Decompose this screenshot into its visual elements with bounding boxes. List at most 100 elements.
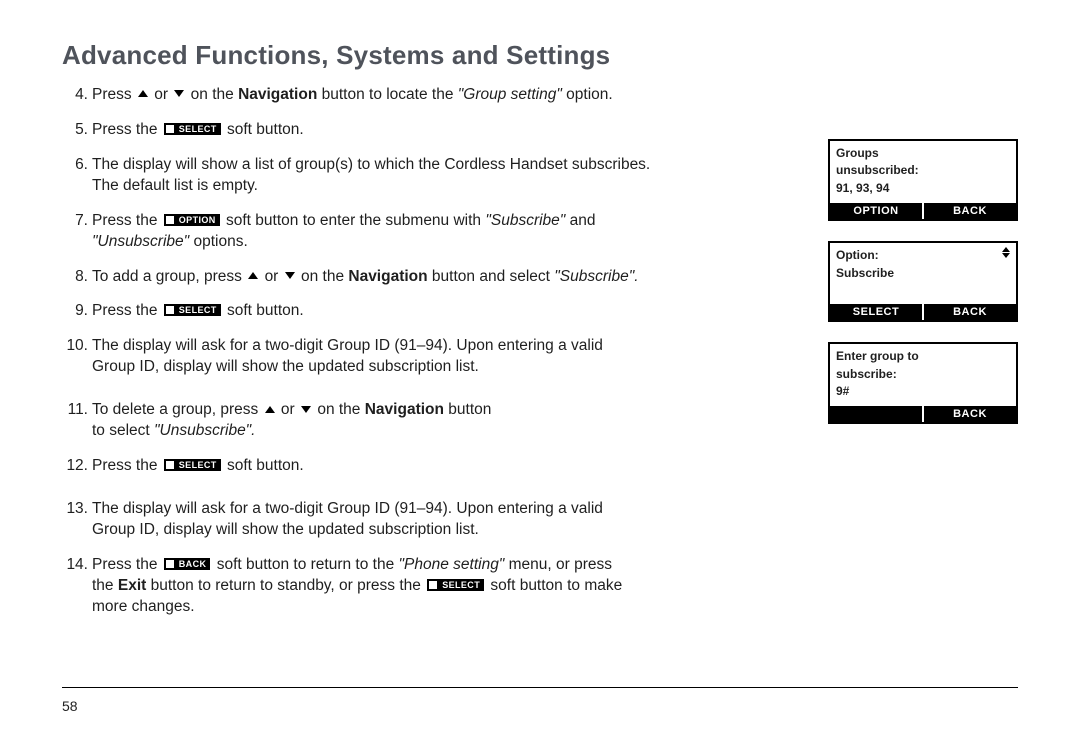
softkey-right: BACK bbox=[924, 203, 1016, 219]
arrow-down-icon bbox=[174, 90, 184, 97]
text: or bbox=[154, 86, 172, 103]
step-num: 10. bbox=[62, 336, 88, 357]
step-8: 8. To add a group, press or on the Navig… bbox=[62, 267, 806, 288]
text: or bbox=[281, 401, 299, 418]
handset-screens-column: Groups unsubscribed: 91, 93, 94 OPTION B… bbox=[828, 139, 1018, 632]
screen-line: Groups bbox=[836, 145, 1010, 162]
text: more changes. bbox=[92, 598, 195, 615]
quoted: "Subscribe". bbox=[554, 268, 638, 285]
softkey-left: SELECT bbox=[830, 304, 922, 320]
softkey-right: BACK bbox=[924, 406, 1016, 422]
quoted: "Subscribe" bbox=[485, 212, 565, 229]
handset-screen-enter-group: Enter group to subscribe: 9# BACK bbox=[828, 342, 1018, 424]
text: Press bbox=[92, 86, 136, 103]
screen-body: Option: Subscribe bbox=[830, 243, 1016, 304]
text: button bbox=[448, 401, 491, 418]
step-num: 14. bbox=[62, 555, 88, 576]
text: soft button. bbox=[227, 457, 304, 474]
select-softkey-icon: SELECT bbox=[427, 579, 484, 591]
step-num: 5. bbox=[62, 120, 88, 141]
text: button and select bbox=[432, 268, 554, 285]
screen-line: subscribe: bbox=[836, 366, 1010, 383]
softkey-left bbox=[830, 406, 922, 422]
steps-column: 4. Press or on the Navigation button to … bbox=[62, 85, 806, 632]
handset-screen-option: Option: Subscribe SELECT BACK bbox=[828, 241, 1018, 322]
step-9: 9. Press the SELECT soft button. bbox=[62, 301, 806, 322]
quoted: "Group setting" bbox=[458, 86, 562, 103]
step-num: 7. bbox=[62, 211, 88, 232]
arrow-up-icon bbox=[265, 406, 275, 413]
screen-line: 91, 93, 94 bbox=[836, 180, 1010, 197]
text: the bbox=[92, 577, 118, 594]
content-row: 4. Press or on the Navigation button to … bbox=[62, 85, 1018, 632]
screen-line: Option: bbox=[836, 247, 1010, 264]
text: Press the bbox=[92, 121, 162, 138]
screen-line: Enter group to bbox=[836, 348, 1010, 365]
step-5: 5. Press the SELECT soft button. bbox=[62, 120, 806, 141]
text: The default list is empty. bbox=[92, 177, 258, 194]
screen-body: Enter group to subscribe: 9# bbox=[830, 344, 1016, 406]
step-12: 12. Press the SELECT soft button. bbox=[62, 456, 806, 477]
page-number: 58 bbox=[62, 698, 78, 714]
back-softkey-icon: BACK bbox=[164, 558, 211, 570]
footer-rule bbox=[62, 687, 1018, 688]
text: soft button to make bbox=[490, 577, 622, 594]
arrow-up-icon bbox=[138, 90, 148, 97]
text: soft button. bbox=[227, 302, 304, 319]
screen-body: Groups unsubscribed: 91, 93, 94 bbox=[830, 141, 1016, 203]
select-softkey-icon: SELECT bbox=[164, 304, 221, 316]
screen-line: 9# bbox=[836, 383, 1010, 400]
arrow-down-icon bbox=[301, 406, 311, 413]
step-14: 14. Press the BACK soft button to return… bbox=[62, 555, 806, 618]
text: The display will show a list of group(s)… bbox=[92, 156, 650, 173]
step-num: 12. bbox=[62, 456, 88, 477]
handset-screen-groups: Groups unsubscribed: 91, 93, 94 OPTION B… bbox=[828, 139, 1018, 221]
quoted: "Unsubscribe" bbox=[92, 233, 189, 250]
option-softkey-icon: OPTION bbox=[164, 214, 220, 226]
text: Press the bbox=[92, 556, 162, 573]
text: To add a group, press bbox=[92, 268, 246, 285]
text: The display will ask for a two-digit Gro… bbox=[92, 500, 603, 517]
step-4: 4. Press or on the Navigation button to … bbox=[62, 85, 806, 106]
text: on the bbox=[301, 268, 348, 285]
text: or bbox=[265, 268, 283, 285]
quoted: "Phone setting" bbox=[399, 556, 505, 573]
screen-footer: OPTION BACK bbox=[830, 203, 1016, 219]
select-softkey-icon: SELECT bbox=[164, 123, 221, 135]
screen-footer: SELECT BACK bbox=[830, 304, 1016, 320]
screen-line: unsubscribed: bbox=[836, 162, 1010, 179]
step-7: 7. Press the OPTION soft button to enter… bbox=[62, 211, 806, 253]
step-num: 6. bbox=[62, 155, 88, 176]
screen-line: Subscribe bbox=[836, 265, 1010, 282]
text: Group ID, display will show the updated … bbox=[92, 521, 479, 538]
navigation-label: Navigation bbox=[238, 86, 317, 103]
text: Press the bbox=[92, 457, 162, 474]
navigation-label: Navigation bbox=[348, 268, 427, 285]
text: soft button to enter the submenu with bbox=[226, 212, 485, 229]
text: menu, or press bbox=[509, 556, 612, 573]
text: The display will ask for a two-digit Gro… bbox=[92, 337, 603, 354]
text: Group ID, display will show the updated … bbox=[92, 358, 479, 375]
step-num: 4. bbox=[62, 85, 88, 106]
text: button to locate the bbox=[322, 86, 458, 103]
text: and bbox=[570, 212, 596, 229]
navigation-label: Navigation bbox=[365, 401, 444, 418]
text: soft button to return to the bbox=[217, 556, 399, 573]
page-title: Advanced Functions, Systems and Settings bbox=[62, 40, 1018, 71]
manual-page: Advanced Functions, Systems and Settings… bbox=[0, 0, 1080, 742]
select-softkey-icon: SELECT bbox=[164, 459, 221, 471]
step-num: 9. bbox=[62, 301, 88, 322]
step-6: 6. The display will show a list of group… bbox=[62, 155, 806, 197]
text: Press the bbox=[92, 302, 162, 319]
step-13: 13. The display will ask for a two-digit… bbox=[62, 499, 806, 541]
quoted: "Unsubscribe". bbox=[154, 422, 255, 439]
text: option. bbox=[566, 86, 613, 103]
steps-list: 4. Press or on the Navigation button to … bbox=[62, 85, 806, 618]
text: on the bbox=[317, 401, 364, 418]
step-10: 10. The display will ask for a two-digit… bbox=[62, 336, 806, 378]
text: soft button. bbox=[227, 121, 304, 138]
text: options. bbox=[193, 233, 247, 250]
updown-arrows-icon bbox=[1002, 247, 1010, 259]
text: To delete a group, press bbox=[92, 401, 263, 418]
step-num: 13. bbox=[62, 499, 88, 520]
